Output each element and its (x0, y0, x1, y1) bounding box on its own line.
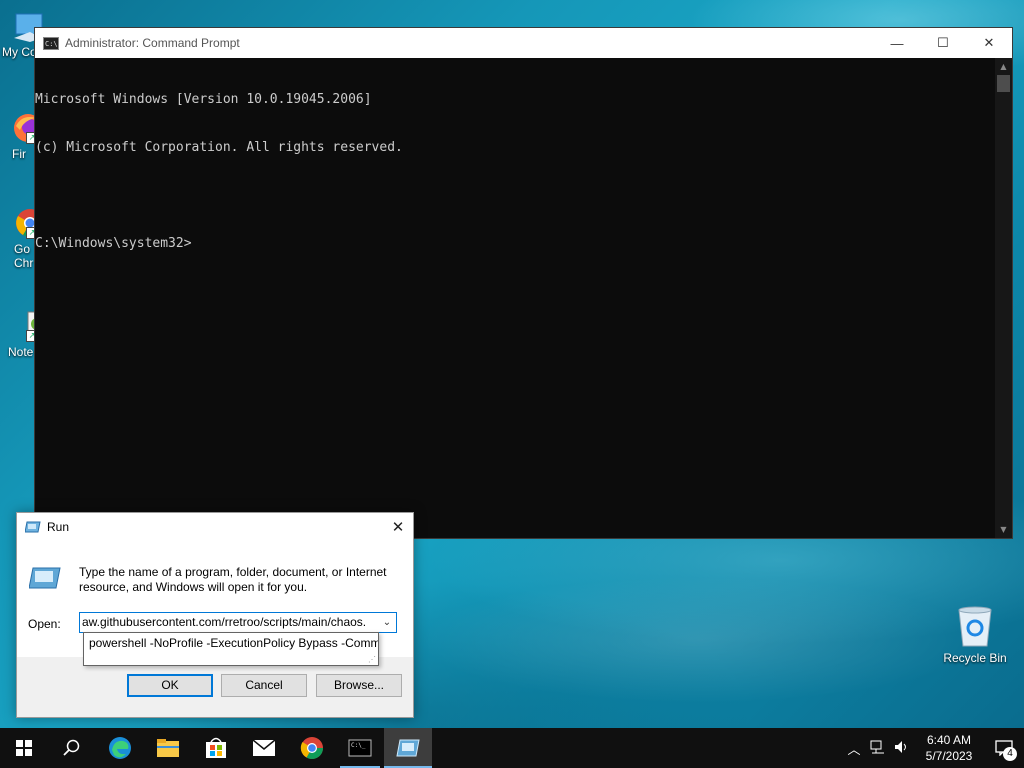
cmd-icon: C:\_ (348, 739, 372, 757)
recycle-bin-icon (958, 606, 992, 647)
recycle-bin-label: Recycle Bin (943, 651, 1007, 665)
vertical-scrollbar[interactable]: ▲ ▼ (995, 58, 1012, 538)
console-output[interactable]: Microsoft Windows [Version 10.0.19045.20… (35, 58, 1012, 284)
maximize-button[interactable]: ☐ (920, 28, 966, 58)
run-large-icon (29, 567, 61, 589)
network-icon[interactable] (866, 740, 890, 757)
clock-time: 6:40 AM (926, 733, 972, 747)
edge-icon (109, 737, 131, 759)
run-description: Type the name of a program, folder, docu… (79, 565, 387, 594)
taskbar: C:\_ ︿ 6:40 AM 5/7/2023 4 (0, 728, 1024, 768)
taskbar-edge[interactable] (96, 728, 144, 768)
taskbar-cmd[interactable]: C:\_ (336, 728, 384, 768)
desktop-icon-recycle-bin[interactable]: Recycle Bin (941, 604, 1009, 665)
start-button[interactable] (0, 728, 48, 768)
open-label: Open: (28, 617, 61, 631)
scroll-up-icon[interactable]: ▲ (995, 58, 1012, 75)
search-button[interactable] (48, 728, 96, 768)
volume-icon[interactable] (890, 740, 914, 757)
close-button[interactable]: ✕ (966, 28, 1012, 58)
action-center-button[interactable]: 4 (984, 728, 1024, 768)
scroll-down-icon[interactable]: ▼ (995, 521, 1012, 538)
cancel-button[interactable]: Cancel (221, 674, 307, 697)
cmd-title-bar[interactable]: C:\ Administrator: Command Prompt — ☐ ✕ (35, 28, 1012, 58)
open-input[interactable]: aw.githubusercontent.com/rretroo/scripts… (79, 612, 397, 633)
scroll-thumb[interactable] (997, 75, 1010, 92)
store-icon (206, 737, 226, 758)
taskbar-run[interactable] (384, 728, 432, 768)
minimize-button[interactable]: — (874, 28, 920, 58)
close-icon[interactable]: ✕ (383, 518, 413, 536)
console-line: (c) Microsoft Corporation. All rights re… (35, 140, 403, 155)
system-tray: ︿ 6:40 AM 5/7/2023 4 (842, 728, 1024, 768)
chevron-down-icon[interactable]: ⌄ (378, 613, 396, 632)
mail-icon (252, 739, 276, 756)
taskbar-store[interactable] (192, 728, 240, 768)
browse-button[interactable]: Browse... (316, 674, 402, 697)
open-input-value: aw.githubusercontent.com/rretroo/scripts… (82, 615, 367, 629)
run-icon (25, 521, 41, 533)
run-title-bar[interactable]: Run ✕ (17, 513, 413, 541)
ok-button[interactable]: OK (127, 674, 213, 697)
console-prompt: C:\Windows\system32> (35, 236, 192, 251)
clock[interactable]: 6:40 AM 5/7/2023 (914, 732, 984, 764)
svg-text:C:\_: C:\_ (351, 742, 366, 749)
clock-date: 5/7/2023 (925, 749, 973, 763)
start-icon (16, 740, 32, 756)
cmd-title: Administrator: Command Prompt (65, 36, 240, 50)
chrome-icon (300, 737, 323, 759)
run-dialog[interactable]: Run ✕ Type the name of a program, folder… (16, 512, 414, 718)
notification-badge: 4 (1003, 747, 1017, 761)
chevron-up-icon[interactable]: ︿ (842, 739, 866, 758)
autocomplete-suggestion[interactable]: powershell -NoProfile -ExecutionPolicy B… (83, 632, 379, 666)
resize-grip-icon[interactable]: ⋰ (368, 655, 376, 664)
taskbar-chrome[interactable] (288, 728, 336, 768)
run-title: Run (47, 520, 70, 534)
taskbar-mail[interactable] (240, 728, 288, 768)
taskbar-file-explorer[interactable] (144, 728, 192, 768)
console-line: Microsoft Windows [Version 10.0.19045.20… (35, 92, 372, 107)
search-icon (63, 739, 80, 756)
command-prompt-window[interactable]: C:\ Administrator: Command Prompt — ☐ ✕ … (34, 27, 1013, 539)
suggestion-text: powershell -NoProfile -ExecutionPolicy B… (89, 636, 379, 650)
run-icon (396, 739, 420, 757)
cmd-icon: C:\ (43, 36, 59, 50)
file-explorer-icon (157, 739, 179, 757)
